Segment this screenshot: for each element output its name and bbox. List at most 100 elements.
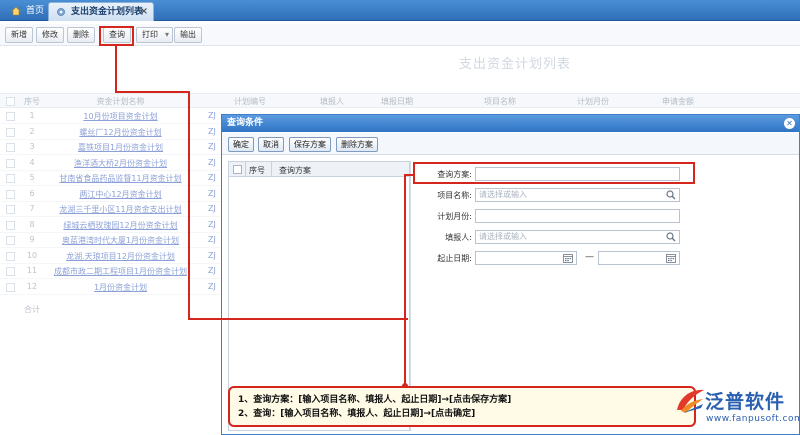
- row-number: 3: [29, 142, 35, 151]
- row-number: 1: [29, 111, 35, 120]
- start-date-input[interactable]: [475, 251, 577, 265]
- plan-name-link[interactable]: 嘉铁项目1月份资金计划: [48, 142, 193, 153]
- search-icon[interactable]: [666, 232, 676, 242]
- instruction-line-1: 1、查询方案：[输入项目名称、填报人、起止日期]→[点击保存方案]: [238, 395, 512, 405]
- date-row: 起止日期: —: [418, 251, 688, 265]
- row-checkbox[interactable]: [6, 158, 15, 168]
- month-label: 计划月份:: [437, 212, 472, 221]
- annotation-line: [188, 318, 408, 320]
- dialog-title-bar: 查询条件 ✕: [222, 115, 799, 132]
- select-all-checkbox[interactable]: [6, 97, 15, 106]
- plan-code: ZJ: [208, 204, 216, 213]
- gear-icon: [57, 8, 65, 16]
- close-icon[interactable]: ×: [139, 3, 149, 21]
- close-icon[interactable]: ✕: [784, 118, 795, 129]
- plan-code: ZJ: [208, 126, 216, 136]
- plan-name-link[interactable]: 龙湖.天琅项目12月份资金计划: [48, 251, 193, 262]
- table-row[interactable]: 2 螺丝厂12月份资金计划 ZJ: [0, 125, 220, 140]
- delete-button[interactable]: 删除: [67, 27, 95, 43]
- col-amount: 申请金额: [662, 97, 694, 106]
- annotation-line: [188, 91, 190, 320]
- row-number: 11: [26, 266, 38, 275]
- plan-name-link[interactable]: 成都市政二期工程项目1月份资金计划: [48, 266, 193, 277]
- date-label: 起止日期:: [437, 254, 472, 263]
- calendar-icon[interactable]: [563, 253, 573, 263]
- print-button[interactable]: 打印 ▾: [136, 27, 173, 43]
- row-checkbox[interactable]: [6, 112, 15, 121]
- table-row[interactable]: 10 龙湖.天琅项目12月份资金计划 ZJ: [0, 249, 220, 264]
- row-number: 8: [29, 219, 35, 229]
- annotation-line: [404, 174, 406, 386]
- home-icon: [11, 6, 21, 16]
- col-plan-name: 资金计划名称: [96, 97, 145, 106]
- tab-expense-plan-list-label: 支出资金计划列表: [71, 7, 144, 17]
- row-checkbox[interactable]: [6, 251, 15, 261]
- reporter-input[interactable]: 请选择或输入: [475, 230, 680, 244]
- table-row[interactable]: 4 渔洋酒大桥2月份资金计划 ZJ: [0, 156, 220, 171]
- row-checkbox[interactable]: [6, 236, 15, 245]
- plan-name-link[interactable]: 10月份项目资金计划: [48, 111, 193, 122]
- export-button[interactable]: 输出: [174, 27, 202, 43]
- tab-bar: 首页 支出资金计划列表 ×: [0, 0, 800, 21]
- plan-code: ZJ: [208, 266, 216, 275]
- tab-home[interactable]: 首页: [4, 2, 46, 21]
- edit-button[interactable]: 修改: [36, 27, 64, 43]
- row-checkbox[interactable]: [6, 220, 15, 230]
- tab-expense-plan-list[interactable]: 支出资金计划列表 ×: [48, 2, 154, 21]
- plan-name-link[interactable]: 奥蓝港湾时代大厦1月份资金计划: [48, 235, 193, 246]
- ok-button[interactable]: 确定: [228, 137, 254, 152]
- search-icon[interactable]: [666, 190, 676, 200]
- col-project-name: 项目名称: [484, 97, 516, 106]
- plan-name-link[interactable]: 螺丝厂12月份资金计划: [48, 127, 193, 138]
- month-input[interactable]: [475, 209, 680, 223]
- row-checkbox[interactable]: [6, 127, 15, 137]
- table-row[interactable]: 8 绿城云栖玫瑰园12月份资金计划 ZJ: [0, 218, 220, 233]
- plan-name-link[interactable]: 1月份资金计划: [48, 282, 193, 293]
- dialog-title: 查询条件: [227, 118, 264, 128]
- plan-name-link[interactable]: 绿城云栖玫瑰园12月份资金计划: [48, 220, 193, 231]
- column-divider: [271, 162, 272, 177]
- tab-home-label: 首页: [26, 6, 45, 16]
- row-number: 4: [29, 157, 35, 167]
- row-checkbox[interactable]: [6, 282, 15, 292]
- plan-code: ZJ: [208, 157, 216, 167]
- row-checkbox[interactable]: [6, 174, 15, 183]
- plan-code: ZJ: [208, 235, 216, 244]
- plan-name-link[interactable]: 两江中心12月资金计划: [48, 189, 193, 200]
- end-date-input[interactable]: [598, 251, 680, 265]
- column-divider: [245, 162, 246, 177]
- delete-scheme-button[interactable]: 删除方案: [336, 137, 378, 152]
- add-button[interactable]: 新增: [5, 27, 33, 43]
- row-number: 6: [29, 188, 35, 198]
- print-button-label: 打印: [142, 30, 158, 39]
- row-checkbox[interactable]: [6, 143, 15, 152]
- cancel-button[interactable]: 取消: [258, 137, 284, 152]
- table-row[interactable]: 6 两江中心12月资金计划 ZJ: [0, 187, 220, 202]
- row-checkbox[interactable]: [6, 267, 15, 276]
- table-row[interactable]: 12 1月份资金计划 ZJ: [0, 280, 220, 295]
- table-row[interactable]: 11 成都市政二期工程项目1月份资金计划 ZJ: [0, 264, 220, 279]
- plan-name-link[interactable]: 龙湖三千里小区11月资金支出计划: [48, 204, 193, 215]
- table-row[interactable]: 3 嘉铁项目1月份资金计划 ZJ: [0, 140, 220, 155]
- reporter-row: 填报人: 请选择或输入: [418, 230, 688, 244]
- project-input[interactable]: 请选择或输入: [475, 188, 680, 202]
- plan-code: ZJ: [208, 188, 216, 198]
- table-row[interactable]: 1 10月份项目资金计划 ZJ: [0, 109, 220, 124]
- row-checkbox[interactable]: [6, 205, 15, 214]
- table-row[interactable]: 9 奥蓝港湾时代大厦1月份资金计划 ZJ: [0, 233, 220, 248]
- project-placeholder: 请选择或输入: [479, 190, 527, 199]
- project-label: 项目名称:: [437, 191, 472, 200]
- calendar-icon[interactable]: [666, 253, 676, 263]
- col-plan-month: 计划月份: [577, 97, 609, 106]
- table-row[interactable]: 5 甘南省食品药品监督11月资金计划 ZJ: [0, 171, 220, 186]
- project-row: 项目名称: 请选择或输入: [418, 188, 688, 202]
- table-row[interactable]: 7 龙湖三千里小区11月资金支出计划 ZJ: [0, 202, 220, 217]
- plan-code: ZJ: [208, 111, 216, 120]
- row-checkbox[interactable]: [6, 189, 15, 199]
- query-button-highlight: [99, 26, 134, 46]
- save-scheme-button[interactable]: 保存方案: [289, 137, 331, 152]
- plan-name-link[interactable]: 甘南省食品药品监督11月资金计划: [48, 173, 193, 184]
- scheme-select-all-checkbox[interactable]: [233, 165, 242, 174]
- plan-name-link[interactable]: 渔洋酒大桥2月份资金计划: [48, 158, 193, 169]
- dialog-toolbar: 确定 取消 保存方案 删除方案: [222, 133, 799, 155]
